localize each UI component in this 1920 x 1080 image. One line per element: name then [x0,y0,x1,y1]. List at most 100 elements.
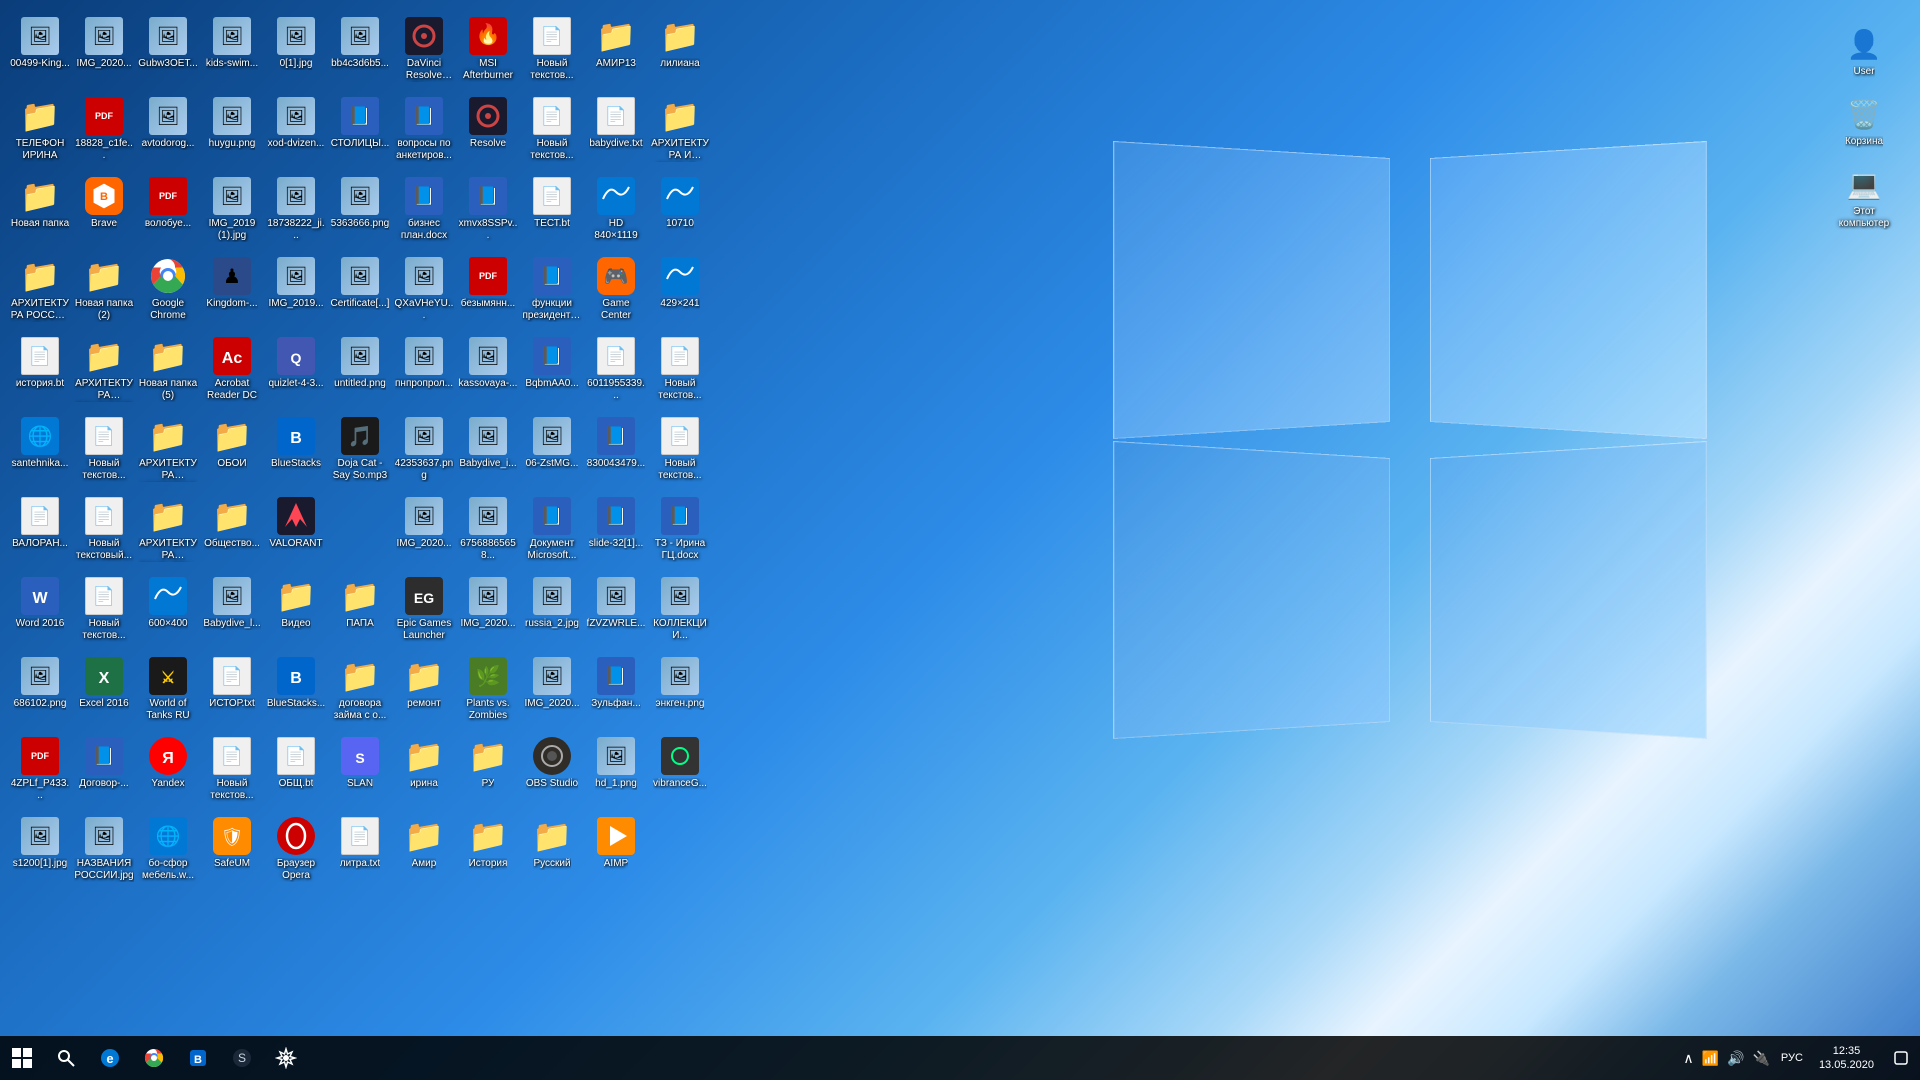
taskbar-search-button[interactable] [44,1036,88,1080]
desktop-icon-test-txt[interactable]: 📄 ТЕСТ.bt [520,172,584,252]
desktop-icon-new-txt-6[interactable]: 📄 Новый текстовый... [72,492,136,572]
desktop-icon-istoriya-txt[interactable]: 📄 история.bt [8,332,72,412]
desktop-icon-google-chrome[interactable]: Google Chrome [136,252,200,332]
system-clock[interactable]: 12:35 13.05.2020 [1811,1042,1882,1075]
desktop-icon-dokument[interactable]: 📘 Документ Microsoft... [520,492,584,572]
taskbar-chrome[interactable] [132,1036,176,1080]
desktop-icon-42353637[interactable]: 🖼 42353637.png [392,412,456,492]
desktop-icon-voprosy[interactable]: 📘 вопросы по анкетиров... [392,92,456,172]
desktop-icon-epic-games[interactable]: EG Epic Games Launcher [392,572,456,652]
user-icon-item[interactable]: 👤 User [1828,20,1900,82]
taskbar-edge[interactable]: e [88,1036,132,1080]
desktop-icon-600x400[interactable]: 600×400 [136,572,200,652]
desktop-icon-6011955339[interactable]: 📄 6011955339... [584,332,648,412]
desktop-icon-plants-vs-zombies[interactable]: 🌿 Plants vs. Zombies [456,652,520,732]
desktop-icon-tz-irina[interactable]: 📘 ТЗ - Ирина ГЦ.docx [648,492,712,572]
this-pc-icon-item[interactable]: 💻 Этот компьютер [1828,160,1900,234]
desktop-icon-kollekcii[interactable]: 🖼 КОЛЛЕКЦИИ... [648,572,712,652]
start-button[interactable] [0,1036,44,1080]
desktop-icon-429x241[interactable]: 429×241 [648,252,712,332]
desktop-icon-remont[interactable]: 📁 ремонт [392,652,456,732]
recycle-icon-item[interactable]: 🗑️ Корзина [1828,90,1900,152]
taskbar-bluestacks[interactable]: B [176,1036,220,1080]
desktop-icon-oboi[interactable]: 📁 ОБОИ [200,412,264,492]
desktop-icon-hd840[interactable]: HD 840×1119 [584,172,648,252]
desktop-icon-new-txt-5[interactable]: 📄 Новый текстов... [648,412,712,492]
desktop-icon-s1200-1[interactable]: 🖼 s1200[1].jpg [8,812,72,892]
desktop-icon-hd-1[interactable]: 🖼 hd_1.png [584,732,648,812]
desktop-icon-avtodorog[interactable]: 🖼 avtodorog... [136,92,200,172]
desktop-icon-new-txt-1[interactable]: 📄 Новый текстов... [520,12,584,92]
desktop-icon-amir13[interactable]: 📁 АМИР13 [584,12,648,92]
desktop-icon-new-txt-7[interactable]: 📄 Новый текстов... [72,572,136,652]
desktop-icon-excel-2016[interactable]: X Excel 2016 [72,652,136,732]
desktop-icon-new-folder-5[interactable]: 📁 Новая папка (5) [136,332,200,412]
desktop-icon-valorant[interactable]: VALORANT [264,492,328,572]
desktop-icon-new-txt-3[interactable]: 📄 Новый текстов... [648,332,712,412]
desktop-icon-babydive-img[interactable]: 🖼 Babydive_i... [456,412,520,492]
desktop-icon-686102[interactable]: 🖼 686102.png [8,652,72,732]
desktop-icon-new-folder-1[interactable]: 📁 Новая папка [8,172,72,252]
desktop-icon-bosforum[interactable]: 🌐 бо-сфор мебель.w... [136,812,200,892]
desktop-icon-bqbmaa40[interactable]: 📘 BqbmAA0... [520,332,584,412]
desktop-icon-830043479[interactable]: 📘 830043479... [584,412,648,492]
desktop-icon-arhit-vlad[interactable]: 📁 АРХИТЕКТУРА ВЛАДИМИР [72,332,136,412]
desktop-icon-istor-txt[interactable]: 📄 ИСТОР.txt [200,652,264,732]
desktop-icon-kingdom[interactable]: ♟ Kingdom-... [200,252,264,332]
desktop-icon-litra-txt[interactable]: 📄 литра.txt [328,812,392,892]
desktop-icon-bezymyan[interactable]: PDF безымянн... [456,252,520,332]
desktop-icon-img-2020-3[interactable]: 🖼 IMG_2020... [456,572,520,652]
desktop-icon-ru[interactable]: 📁 РУ [456,732,520,812]
desktop-icon-img-2020-4[interactable]: 🖼 IMG_2020... [520,652,584,732]
desktop-icon-obshch-txt[interactable]: 📄 ОБЩ.bt [264,732,328,812]
desktop-icon-xmvx8sspv[interactable]: 📘 xmvx8SSPv... [456,172,520,252]
desktop-icon-obshchestvo[interactable]: 📁 Общество... [200,492,264,572]
desktop-icon-video[interactable]: 📁 Видео [264,572,328,652]
desktop-icon-new-txt-4[interactable]: 📄 Новый текстов... [72,412,136,492]
desktop-icon-10710[interactable]: 10710 [648,172,712,252]
desktop-icon-istoriya[interactable]: 📁 История [456,812,520,892]
desktop-icon-00499-king[interactable]: 🖼 00499-King... [8,12,72,92]
desktop-icon-amir-folder[interactable]: 📁 Амир [392,812,456,892]
desktop-icon-slan[interactable]: S SLAN [328,732,392,812]
desktop-icon-world-of-tanks[interactable]: ⚔ World of Tanks RU [136,652,200,732]
desktop-icon-5363666[interactable]: 🖼 5363666.png [328,172,392,252]
desktop-icon-obs-studio[interactable]: OBS Studio [520,732,584,812]
desktop-icon-img-2020-1[interactable]: 🖼 IMG_2020... [72,12,136,92]
desktop-icon-irina[interactable]: 📁 ирина [392,732,456,812]
desktop-icon-papa[interactable]: 📁 ПАПА [328,572,392,652]
show-hidden-icons[interactable]: ∧ [1680,1048,1696,1069]
desktop-icon-zulfan[interactable]: 📘 Зульфан... [584,652,648,732]
desktop-icon-huygu[interactable]: 🖼 huygu.png [200,92,264,172]
desktop-icon-new-txt-8[interactable]: 📄 Новый текстов... [200,732,264,812]
desktop-icon-img-2019-1[interactable]: 🖼 IMG_2019 (1).jpg [200,172,264,252]
desktop-icon-dogovor-zaym[interactable]: 📁 договора займа с о... [328,652,392,732]
desktop-icon-word-2016[interactable]: W Word 2016 [8,572,72,652]
desktop-icon-arhit-skulp2[interactable]: 📁 АРХИТЕКТУРА СКУЛЬПТУ... [136,492,200,572]
desktop-icon-img-2019-2[interactable]: 🖼 IMG_2019... [264,252,328,332]
desktop-icon-qxavheyu[interactable]: 🖼 QXaVHeYU... [392,252,456,332]
desktop-icon-pnproprol[interactable]: 🖼 пнпропрол... [392,332,456,412]
desktop-icon-certificate[interactable]: 🖼 Certificate[...] [328,252,392,332]
desktop-icon-valorant-txt[interactable]: 📄 ВАЛОРАН... [8,492,72,572]
desktop-icon-bb4c3d6b[interactable]: 🖼 bb4c3d6b5... [328,12,392,92]
desktop-icon-xod-dvizen[interactable]: 🖼 xod-dvizen... [264,92,328,172]
desktop-icon-russkiy[interactable]: 📁 Русский [520,812,584,892]
desktop-icon-arhit-novg[interactable]: 📁 АРХИТЕКТУРА НОВГОРОД [136,412,200,492]
desktop-icon-quizlet[interactable]: Q quizlet-4-3... [264,332,328,412]
desktop-icon-safeum[interactable]: 🛡 SafeUM [200,812,264,892]
taskbar-steam[interactable]: S [220,1036,264,1080]
desktop-icon-brave[interactable]: B Brave [72,172,136,252]
desktop-icon-untitled[interactable]: 🖼 untitled.png [328,332,392,412]
desktop-icon-nazvaniya-rossii[interactable]: 🖼 НАЗВАНИЯ РОСCИИ.jpg [72,812,136,892]
desktop-icon-yandex[interactable]: Я Yandex [136,732,200,812]
desktop-icon-enkgen[interactable]: 🖼 энкген.png [648,652,712,732]
volume-icon[interactable]: 🔊 [1724,1048,1747,1069]
desktop-icon-gubw3oet[interactable]: 🖼 Gubw3OET... [136,12,200,92]
desktop-icon-babydive-l[interactable]: 🖼 Babydive_l... [200,572,264,652]
desktop-icon-fzvzwr[interactable]: 🖼 fZVZWRLE... [584,572,648,652]
desktop-icon-voloboy[interactable]: PDF волобуе... [136,172,200,252]
desktop-icon-67568[interactable]: 🖼 67568865658... [456,492,520,572]
network-icon[interactable]: 📶 [1699,1048,1722,1069]
desktop-icon-slide-32[interactable]: 📘 slide-32[1]... [584,492,648,572]
